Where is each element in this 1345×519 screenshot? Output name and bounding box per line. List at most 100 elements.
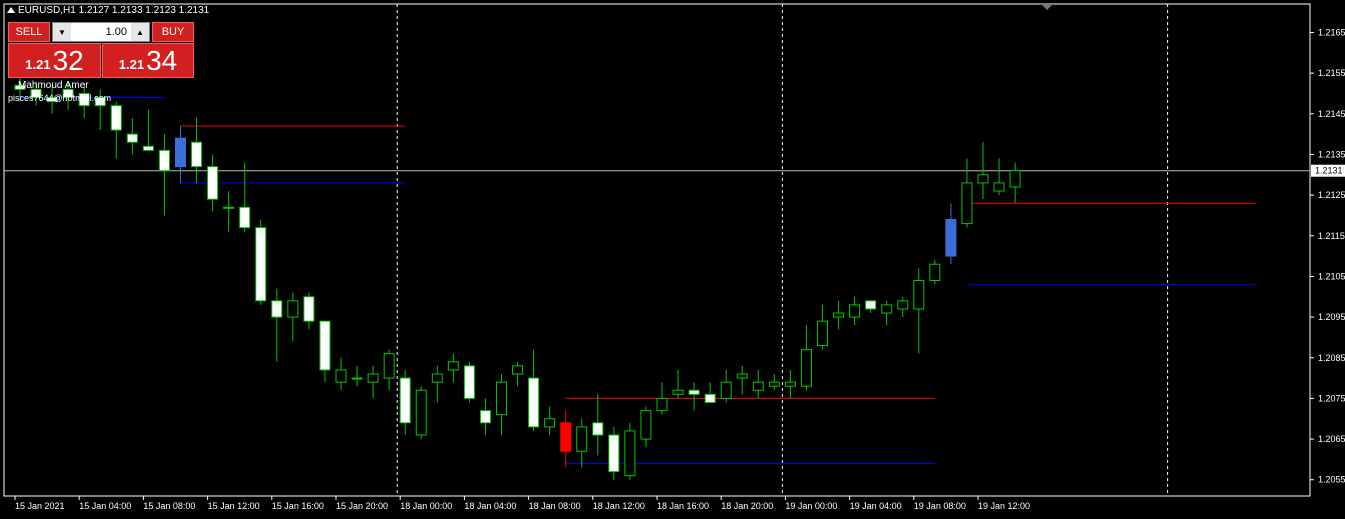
sell-price-digits: 32: [52, 45, 84, 76]
x-tick-label: 15 Jan 2021: [15, 501, 65, 511]
candle-body[interactable]: [752, 381, 764, 391]
x-tick-label: 15 Jan 04:00: [79, 501, 131, 511]
candle-body[interactable]: [608, 434, 620, 473]
candle-body[interactable]: [319, 320, 331, 371]
buy-button[interactable]: BUY: [152, 22, 194, 42]
buy-price-button[interactable]: 1.21 34: [102, 43, 194, 78]
candle-body[interactable]: [1009, 170, 1021, 188]
candle-body[interactable]: [287, 300, 299, 318]
buy-price-digits: 34: [146, 45, 178, 76]
sell-price-prefix: 1.21: [25, 57, 51, 72]
candle-body[interactable]: [223, 206, 235, 209]
candle-body[interactable]: [271, 300, 283, 318]
candle-body[interactable]: [528, 377, 540, 428]
x-tick-label: 18 Jan 16:00: [657, 501, 709, 511]
candle-body[interactable]: [335, 369, 347, 383]
candle-body[interactable]: [640, 410, 652, 440]
candle-body[interactable]: [496, 381, 507, 416]
candle-body[interactable]: [624, 430, 636, 477]
candle-body[interactable]: [415, 389, 427, 436]
x-tick-label: 18 Jan 08:00: [529, 501, 581, 511]
y-tick-label: 1.2075: [1318, 393, 1345, 403]
candle-body[interactable]: [207, 166, 219, 200]
candle-body[interactable]: [800, 349, 812, 387]
candle-body[interactable]: [993, 182, 1005, 192]
candle-body[interactable]: [720, 381, 732, 399]
candle-body[interactable]: [576, 426, 588, 452]
sell-button[interactable]: SELL: [8, 22, 50, 42]
y-tick-label: 1.2105: [1318, 271, 1345, 281]
candle-body[interactable]: [367, 373, 379, 383]
x-tick-label: 19 Jan 04:00: [850, 501, 902, 511]
lot-increase-icon[interactable]: ▲: [131, 23, 149, 41]
price-chart[interactable]: 1.2165 1.2155 1.2145 1.2135 1.2125 1.2115 1.21…: [0, 0, 1345, 519]
candle-body[interactable]: [158, 149, 170, 172]
x-tick-label: 18 Jan 20:00: [721, 501, 773, 511]
sell-price-button[interactable]: 1.21 32: [8, 43, 101, 78]
candle-body[interactable]: [447, 361, 459, 371]
candle-body[interactable]: [849, 304, 861, 318]
candle-body[interactable]: [817, 320, 828, 347]
plot-frame: [3, 3, 1311, 497]
candle-body[interactable]: [175, 137, 186, 168]
candle-body[interactable]: [303, 296, 315, 322]
y-tick-label: 1.2165: [1318, 27, 1345, 37]
candle-body[interactable]: [672, 389, 684, 395]
candle-body[interactable]: [463, 365, 475, 399]
candle-body[interactable]: [913, 279, 925, 310]
email-label: pisces7644@hotmail.com: [8, 93, 112, 103]
candle-body[interactable]: [383, 353, 395, 379]
candle-body[interactable]: [255, 227, 267, 302]
lot-size-field[interactable]: ▼ 1.00 ▲: [52, 22, 150, 42]
x-tick-label: 19 Jan 08:00: [914, 501, 966, 511]
candle-body[interactable]: [784, 381, 796, 387]
shift-marker-icon[interactable]: [1041, 4, 1053, 10]
y-tick-label: 1.2085: [1318, 353, 1345, 363]
one-click-trading-panel: SELL ▼ 1.00 ▲ BUY 1.21 32 1.21 34: [8, 22, 194, 78]
candle-body[interactable]: [865, 300, 877, 310]
symbol-info-text: EURUSD,H1 1.2127 1.2133 1.2123 1.2131: [18, 5, 210, 16]
candle-body[interactable]: [142, 145, 154, 151]
author-label: Mahmoud Amer: [18, 80, 89, 91]
candle-body[interactable]: [977, 174, 989, 184]
candle-body[interactable]: [929, 263, 941, 281]
candle-body[interactable]: [479, 410, 491, 424]
candle-body[interactable]: [881, 304, 893, 314]
collapse-triangle-icon[interactable]: [7, 7, 15, 13]
y-tick-label: 1.2135: [1318, 149, 1345, 159]
lot-size-value[interactable]: 1.00: [71, 26, 131, 38]
candle-body[interactable]: [110, 105, 122, 131]
candle-body[interactable]: [544, 418, 556, 428]
buy-price-prefix: 1.21: [118, 57, 145, 72]
candle-body[interactable]: [704, 393, 716, 403]
candle-body[interactable]: [592, 422, 604, 436]
x-tick-label: 19 Jan 12:00: [978, 501, 1030, 511]
y-tick-label: 1.2125: [1318, 190, 1345, 200]
y-tick-label: 1.2115: [1318, 231, 1345, 241]
symbol-info: EURUSD,H1 1.2127 1.2133 1.2123 1.2131: [7, 5, 209, 16]
x-tick-label: 15 Jan 20:00: [336, 501, 388, 511]
y-tick-label: 1.2055: [1318, 475, 1345, 485]
candle-body[interactable]: [560, 422, 572, 452]
lot-decrease-icon[interactable]: ▼: [53, 23, 71, 41]
candle-body[interactable]: [399, 377, 411, 424]
candle-body[interactable]: [126, 133, 138, 143]
candle-body[interactable]: [191, 141, 203, 168]
y-tick-label: 1.2065: [1318, 434, 1345, 444]
candle-body[interactable]: [833, 312, 845, 318]
x-tick-label: 15 Jan 16:00: [272, 501, 324, 511]
candle-body[interactable]: [431, 373, 443, 383]
candle-body[interactable]: [656, 397, 668, 412]
candle-body[interactable]: [688, 389, 700, 395]
candle-body[interactable]: [351, 377, 363, 380]
x-tick-label: 19 Jan 00:00: [785, 501, 837, 511]
y-tick-label: 1.2155: [1318, 68, 1345, 78]
candle-body[interactable]: [961, 182, 973, 225]
candle-body[interactable]: [897, 300, 909, 310]
candle-body[interactable]: [945, 219, 957, 257]
candle-body[interactable]: [239, 206, 251, 229]
current-price-label: 1.2131: [1315, 166, 1343, 176]
candle-body[interactable]: [736, 373, 748, 379]
candle-body[interactable]: [768, 381, 780, 387]
candle-body[interactable]: [512, 365, 524, 375]
